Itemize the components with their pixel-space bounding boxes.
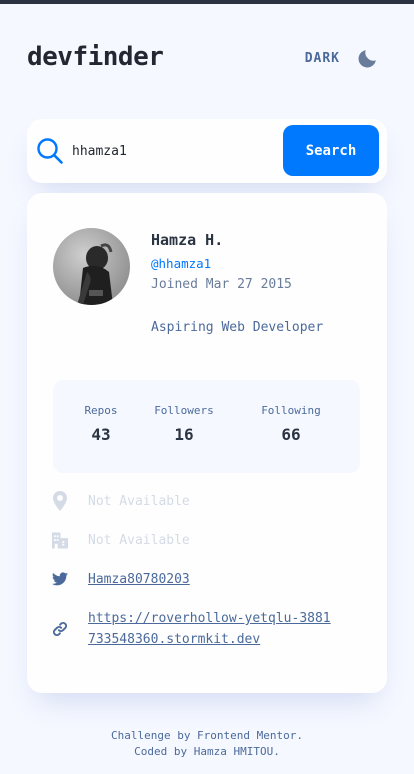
company-row: Not Available xyxy=(52,530,190,551)
app-logo: devfinder xyxy=(27,42,164,72)
page-footer: Challenge by Frontend Mentor. Coded by H… xyxy=(0,728,414,760)
link-chain-icon xyxy=(52,619,68,639)
company-building-icon xyxy=(52,530,68,550)
stat-followers-value: 16 xyxy=(174,425,194,444)
profile-name: Hamza H. xyxy=(151,231,224,249)
stat-following-label: Following xyxy=(261,404,321,417)
footer-author-credit: Coded by Hamza HMITOU. xyxy=(134,745,280,758)
profile-login-link[interactable]: @hhamza1 xyxy=(151,256,211,271)
search-input[interactable] xyxy=(72,139,272,163)
search-bar: Search xyxy=(27,119,387,183)
stat-following-value: 66 xyxy=(281,425,301,444)
stat-followers: Followers 16 xyxy=(151,404,217,444)
twitter-row: Hamza80780203 xyxy=(52,569,190,590)
search-icon xyxy=(37,138,63,164)
avatar xyxy=(53,228,130,305)
profile-card: Hamza H. @hhamza1 Joined Mar 27 2015 Asp… xyxy=(27,193,387,693)
theme-toggle-label: DARK xyxy=(304,50,340,66)
avatar-image xyxy=(77,243,113,305)
moon-icon xyxy=(358,50,376,68)
profile-joined-date: Joined Mar 27 2015 xyxy=(151,277,292,292)
top-border xyxy=(0,0,414,4)
stat-followers-label: Followers xyxy=(154,404,214,417)
twitter-link[interactable]: Hamza80780203 xyxy=(88,569,190,590)
location-pin-icon xyxy=(52,491,68,511)
location-text: Not Available xyxy=(88,494,190,509)
profile-bio: Aspiring Web Developer xyxy=(151,320,324,335)
stat-repos-value: 43 xyxy=(91,425,111,444)
company-text: Not Available xyxy=(88,533,190,548)
twitter-bird-icon xyxy=(52,569,68,589)
stat-following: Following 66 xyxy=(256,404,326,444)
footer-challenge-credit: Challenge by Frontend Mentor. xyxy=(110,729,304,742)
theme-toggle-button[interactable]: DARK xyxy=(305,44,379,72)
app-header: devfinder DARK xyxy=(27,40,387,76)
search-button[interactable]: Search xyxy=(283,125,379,176)
blog-link[interactable]: https://roverhollow-yetqlu-3881733548360… xyxy=(88,608,336,650)
location-row: Not Available xyxy=(52,491,190,512)
profile-stats: Repos 43 Followers 16 Following 66 xyxy=(53,380,360,473)
blog-row: https://roverhollow-yetqlu-3881733548360… xyxy=(52,608,336,650)
stat-repos-label: Repos xyxy=(84,404,118,417)
stat-repos: Repos 43 xyxy=(81,404,121,444)
